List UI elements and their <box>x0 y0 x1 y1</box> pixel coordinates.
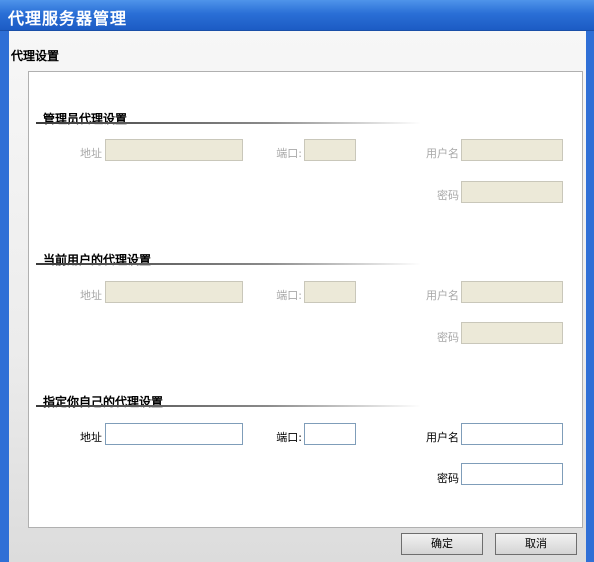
window-title: 代理服务器管理 <box>8 9 128 28</box>
ok-button[interactable]: 确定 <box>401 533 483 555</box>
admin-password-label: 密码 <box>437 189 459 202</box>
custom-proxy-group-title: 指定你自己的代理设置 <box>43 395 164 409</box>
user-address-field[interactable] <box>105 281 243 303</box>
custom-username-field[interactable] <box>461 423 563 445</box>
user-password-field[interactable] <box>461 322 563 344</box>
admin-port-label: 端口: <box>276 147 302 160</box>
admin-username-label: 用户名 <box>426 147 459 160</box>
custom-proxy-group-divider <box>36 405 421 407</box>
custom-port-field[interactable] <box>304 423 356 445</box>
proxy-manager-window: 代理服务器管理 代理设置 管理员代理设置 地址 端口: 用户名 密码 当前用户的… <box>0 0 594 562</box>
user-proxy-group-divider <box>36 263 421 265</box>
custom-password-label: 密码 <box>437 472 459 485</box>
admin-password-field[interactable] <box>461 181 563 203</box>
admin-proxy-group-divider <box>36 122 421 124</box>
user-port-label: 端口: <box>276 289 302 302</box>
custom-port-label: 端口: <box>276 431 302 444</box>
cancel-button[interactable]: 取消 <box>495 533 577 555</box>
custom-username-label: 用户名 <box>426 431 459 444</box>
admin-address-field[interactable] <box>105 139 243 161</box>
user-username-label: 用户名 <box>426 289 459 302</box>
title-bar[interactable]: 代理服务器管理 <box>0 0 594 31</box>
custom-password-field[interactable] <box>461 463 563 485</box>
user-password-label: 密码 <box>437 331 459 344</box>
window-left-border <box>0 31 9 562</box>
user-proxy-group-title: 当前用户的代理设置 <box>43 253 152 267</box>
user-username-field[interactable] <box>461 281 563 303</box>
admin-proxy-group-title: 管理员代理设置 <box>43 112 128 126</box>
user-port-field[interactable] <box>304 281 356 303</box>
custom-address-label: 地址 <box>80 431 102 444</box>
admin-port-field[interactable] <box>304 139 356 161</box>
section-title: 代理设置 <box>11 49 60 63</box>
admin-username-field[interactable] <box>461 139 563 161</box>
admin-address-label: 地址 <box>80 147 102 160</box>
window-right-border <box>586 31 594 562</box>
custom-address-field[interactable] <box>105 423 243 445</box>
user-address-label: 地址 <box>80 289 102 302</box>
